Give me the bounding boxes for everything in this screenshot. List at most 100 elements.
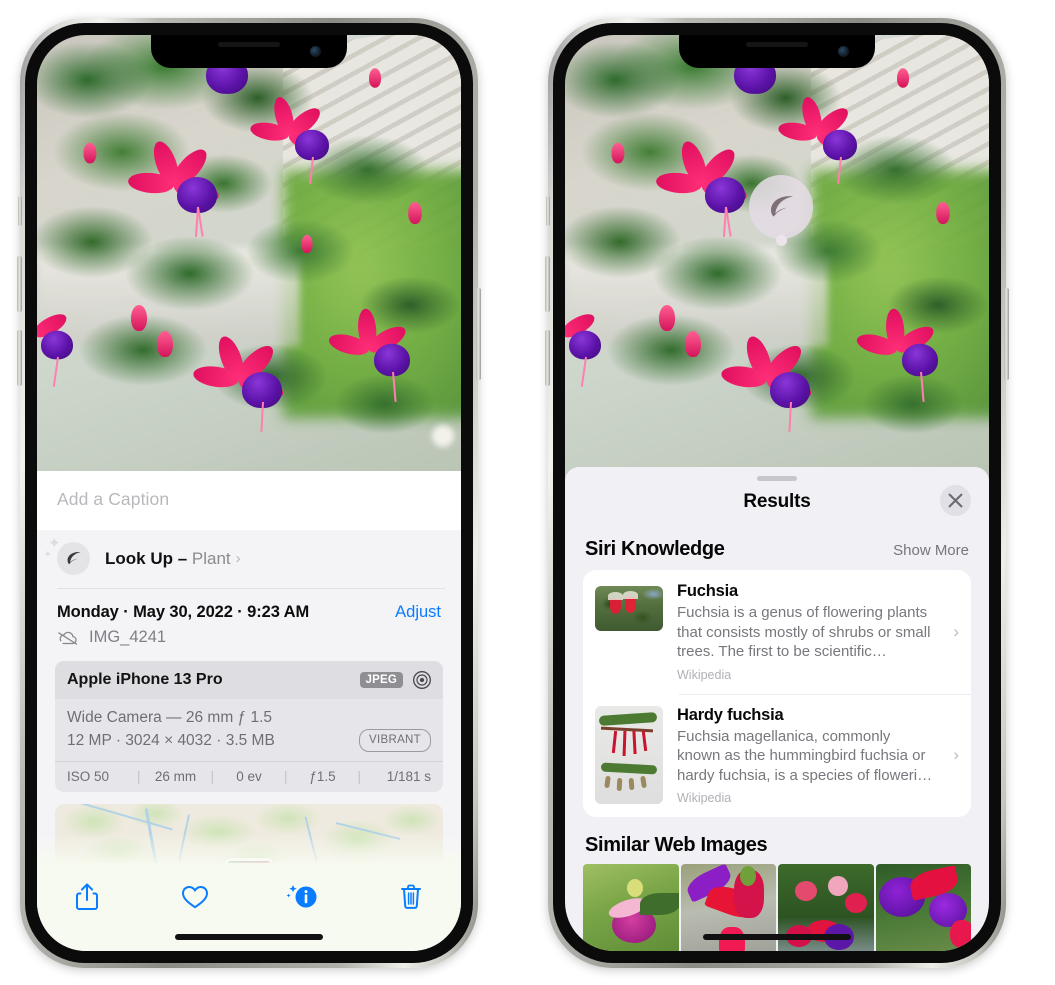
camera-card-header: Apple iPhone 13 Pro JPEG xyxy=(55,661,443,699)
exif-row: ISO 50 | 26 mm | 0 ev | ƒ1.5 | 1/181 s xyxy=(55,761,443,792)
knowledge-thumbnail xyxy=(595,586,663,631)
web-image-thumbnail[interactable] xyxy=(875,864,971,951)
look-up-kind: Plant xyxy=(191,548,231,568)
front-camera-icon xyxy=(310,46,321,57)
silent-switch[interactable] xyxy=(546,196,550,226)
left-phone-device: Add a Caption ✦ ✦ Look Up – Plant › Mond… xyxy=(17,18,481,968)
heart-icon xyxy=(181,885,209,909)
volume-down-button[interactable] xyxy=(17,330,22,386)
home-indicator[interactable] xyxy=(175,934,323,940)
list-item[interactable]: Hardy fuchsia Fuchsia magellanica, commo… xyxy=(583,693,971,818)
photo-flower-bud xyxy=(936,201,950,225)
camera-card-body: Wide Camera — 26 mm ƒ 1.5 12 MP · 3024 ×… xyxy=(55,699,443,761)
siri-knowledge-header: Siri Knowledge Show More xyxy=(565,519,989,570)
knowledge-description: Fuchsia magellanica, commonly known as t… xyxy=(677,727,933,784)
leaf-icon xyxy=(771,196,793,217)
camera-lens-line: Wide Camera — 26 mm ƒ 1.5 xyxy=(67,709,273,726)
show-more-button[interactable]: Show More xyxy=(893,542,969,559)
home-indicator[interactable] xyxy=(703,934,851,940)
similar-web-images-title: Similar Web Images xyxy=(585,834,768,856)
sparkle-icon-small: ✦ xyxy=(44,549,52,559)
camera-device-name: Apple iPhone 13 Pro xyxy=(67,671,223,688)
close-button[interactable] xyxy=(940,485,971,516)
share-button[interactable] xyxy=(67,877,107,917)
earpiece-speaker xyxy=(218,42,280,47)
icloud-slash-icon xyxy=(58,631,78,645)
right-phone-device: Results Siri Knowledge Show More Fuchsia… xyxy=(545,18,1009,968)
notch xyxy=(151,35,347,68)
exif-aperture: ƒ1.5 xyxy=(309,769,336,785)
power-button[interactable] xyxy=(1004,288,1009,380)
similar-web-images-header: Similar Web Images xyxy=(565,817,989,864)
photo-flower-bud xyxy=(301,234,313,254)
left-phone-bezel: Add a Caption ✦ ✦ Look Up – Plant › Mond… xyxy=(25,23,473,963)
volume-up-button[interactable] xyxy=(17,256,22,312)
leaf-icon: ✦ ✦ xyxy=(44,536,90,575)
photo-flower-bud xyxy=(83,142,97,164)
photo-flower-bud xyxy=(408,201,422,225)
photo-flower-bud xyxy=(897,68,909,88)
photo-flower-bud xyxy=(131,305,147,331)
look-up-label: Look Up – Plant xyxy=(105,549,231,569)
results-title: Results xyxy=(743,491,811,512)
camera-info-card[interactable]: Apple iPhone 13 Pro JPEG Wide Camera — 2… xyxy=(55,661,443,793)
camera-specs-row: 12 MP · 3024 × 4032 · 3.5 MB VIBRANT xyxy=(67,729,431,753)
knowledge-body: Hardy fuchsia Fuchsia magellanica, commo… xyxy=(677,706,937,806)
photo-foliage xyxy=(565,35,989,485)
volume-down-button[interactable] xyxy=(545,330,550,386)
front-camera-icon xyxy=(838,46,849,57)
photo-flower-bud xyxy=(685,331,701,357)
earpiece-speaker xyxy=(746,42,808,47)
visual-lookup-badge-tail xyxy=(776,235,787,246)
chevron-right-icon: › xyxy=(235,550,241,567)
photo-file-row: IMG_4241 xyxy=(37,624,461,659)
look-up-row[interactable]: ✦ ✦ Look Up – Plant › xyxy=(37,530,461,589)
close-icon xyxy=(948,493,963,508)
exif-ev: 0 ev xyxy=(236,769,262,785)
photo-flower-bud xyxy=(611,142,625,164)
photo-date: Monday · May 30, 2022 · 9:23 AM xyxy=(57,603,310,621)
share-icon xyxy=(76,883,98,910)
power-button[interactable] xyxy=(476,288,481,380)
photo-filename: IMG_4241 xyxy=(89,628,167,646)
visual-lookup-badge[interactable] xyxy=(749,175,813,239)
favorite-button[interactable] xyxy=(175,877,215,917)
siri-knowledge-title: Siri Knowledge xyxy=(585,538,725,560)
photographic-style-badge: VIBRANT xyxy=(359,729,431,753)
photo-flower-bud xyxy=(157,331,173,357)
knowledge-body: Fuchsia Fuchsia is a genus of flowering … xyxy=(677,582,937,682)
notch xyxy=(679,35,875,68)
web-image-thumbnail[interactable] xyxy=(583,864,679,951)
photo-fuchsia-flowers[interactable] xyxy=(37,35,461,485)
photo-fuchsia-flowers[interactable] xyxy=(565,35,989,485)
camera-specs-line: 12 MP · 3024 × 4032 · 3.5 MB xyxy=(67,731,275,749)
siri-knowledge-card: Fuchsia Fuchsia is a genus of flowering … xyxy=(583,570,971,817)
aperture-icon xyxy=(413,671,431,689)
photo-bokeh xyxy=(432,425,454,447)
format-badge: JPEG xyxy=(359,672,403,688)
delete-button[interactable] xyxy=(391,877,431,917)
exif-focal: 26 mm xyxy=(154,769,197,785)
knowledge-thumbnail xyxy=(595,705,663,804)
exif-shutter: 1/181 s xyxy=(386,769,431,785)
right-phone-screen: Results Siri Knowledge Show More Fuchsia… xyxy=(565,35,989,951)
adjust-button[interactable]: Adjust xyxy=(395,603,441,622)
volume-up-button[interactable] xyxy=(545,256,550,312)
trash-icon xyxy=(401,884,421,909)
info-button[interactable] xyxy=(283,877,323,917)
exif-iso: ISO 50 xyxy=(67,769,110,785)
info-sparkle-icon xyxy=(286,885,317,908)
left-phone-screen: Add a Caption ✦ ✦ Look Up – Plant › Mond… xyxy=(37,35,461,951)
silent-switch[interactable] xyxy=(18,196,22,226)
screenshot-stage: Add a Caption ✦ ✦ Look Up – Plant › Mond… xyxy=(0,0,1055,985)
photo-foliage xyxy=(37,35,461,485)
caption-input[interactable]: Add a Caption xyxy=(37,471,461,530)
knowledge-source: Wikipedia xyxy=(677,791,732,805)
right-phone-bezel: Results Siri Knowledge Show More Fuchsia… xyxy=(553,23,1001,963)
photo-flower-bud xyxy=(659,305,675,331)
photo-date-row: Monday · May 30, 2022 · 9:23 AM Adjust xyxy=(37,589,461,624)
look-up-dash: – xyxy=(173,548,192,568)
list-item[interactable]: Fuchsia Fuchsia is a genus of flowering … xyxy=(583,570,971,694)
camera-badges: JPEG xyxy=(359,670,432,690)
knowledge-title: Hardy fuchsia xyxy=(677,705,784,724)
